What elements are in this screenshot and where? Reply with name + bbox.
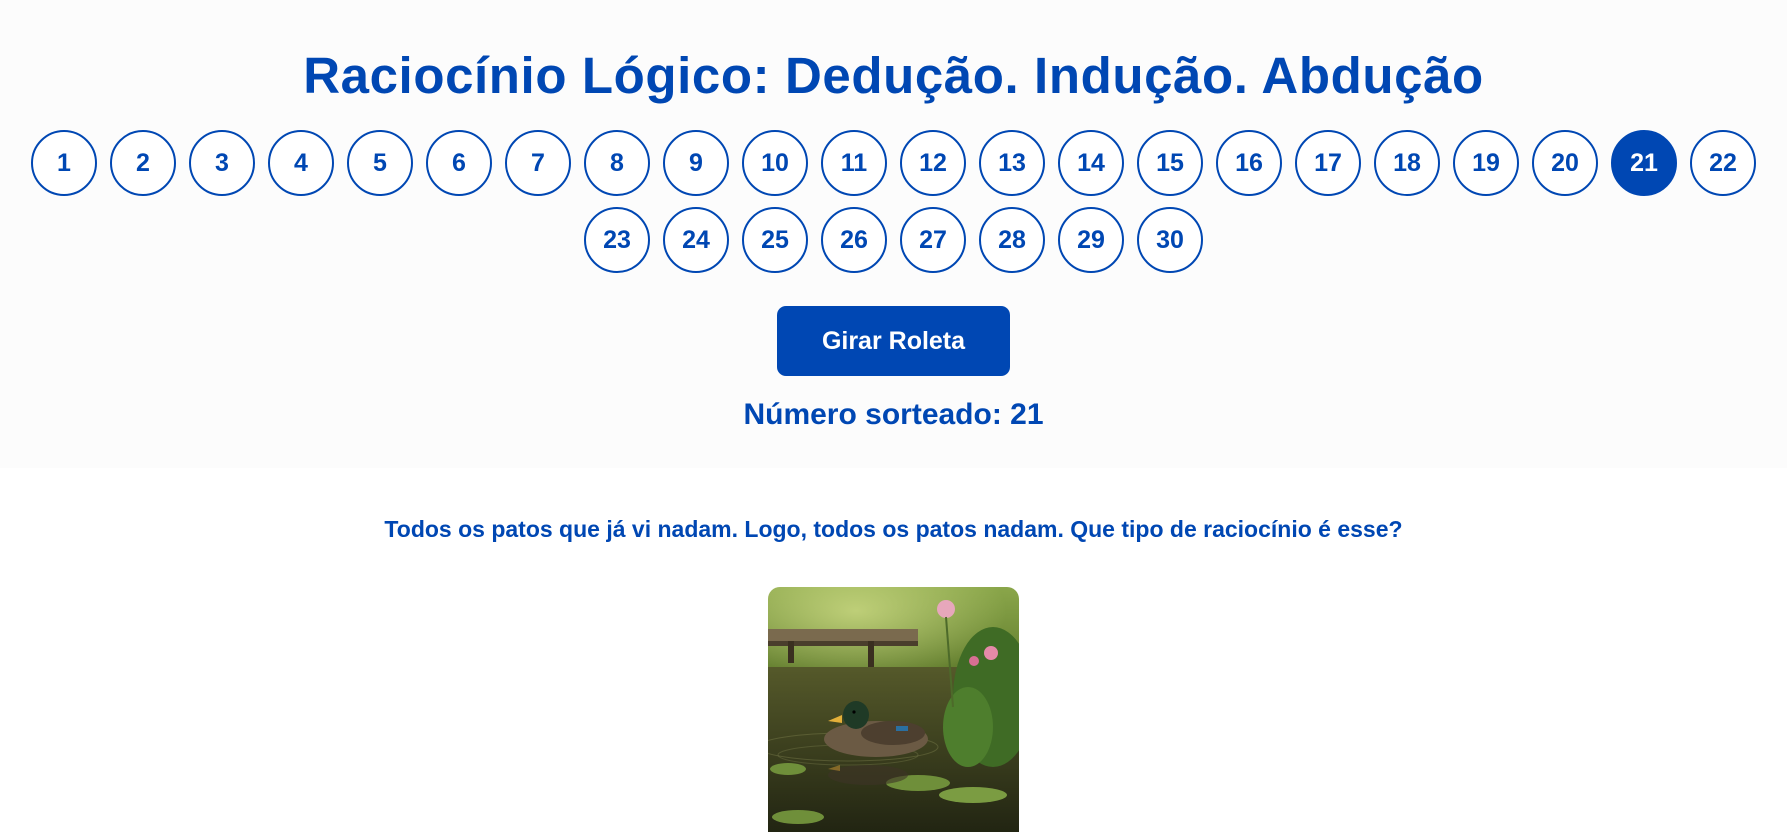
number-option-13[interactable]: 13 (979, 130, 1045, 196)
number-grid: 1 2 3 4 5 6 7 8 9 10 11 12 13 14 15 16 17 18 19 20 21 22 23 24 2… (0, 130, 1787, 273)
number-option-21[interactable]: 21 (1611, 130, 1677, 196)
number-option-7[interactable]: 7 (505, 130, 571, 196)
number-option-5[interactable]: 5 (347, 130, 413, 196)
number-option-15[interactable]: 15 (1137, 130, 1203, 196)
number-option-3[interactable]: 3 (189, 130, 255, 196)
number-option-22[interactable]: 22 (1690, 130, 1756, 196)
drawn-number-display: Número sorteado: 21 (0, 398, 1787, 432)
drawn-number-value: 21 (1010, 398, 1044, 431)
question-text: Todos os patos que já vi nadam. Logo, to… (384, 516, 1403, 542)
number-option-25[interactable]: 25 (742, 207, 808, 273)
spin-roulette-button[interactable]: Girar Roleta (777, 306, 1010, 376)
number-option-18[interactable]: 18 (1374, 130, 1440, 196)
number-option-6[interactable]: 6 (426, 130, 492, 196)
duck-image (768, 587, 1019, 832)
number-option-11[interactable]: 11 (821, 130, 887, 196)
duck-pond-illustration (768, 587, 1019, 832)
drawn-number-label: Número sorteado: (743, 398, 1002, 431)
lotus-flower (937, 600, 955, 618)
number-option-8[interactable]: 8 (584, 130, 650, 196)
number-option-2[interactable]: 2 (110, 130, 176, 196)
page-title: Raciocínio Lógico: Dedução. Indução. Abd… (303, 47, 1484, 104)
number-option-30[interactable]: 30 (1137, 207, 1203, 273)
number-option-14[interactable]: 14 (1058, 130, 1124, 196)
number-option-4[interactable]: 4 (268, 130, 334, 196)
number-option-29[interactable]: 29 (1058, 207, 1124, 273)
number-option-10[interactable]: 10 (742, 130, 808, 196)
number-option-27[interactable]: 27 (900, 207, 966, 273)
number-option-24[interactable]: 24 (663, 207, 729, 273)
roulette-panel: Raciocínio Lógico: Dedução. Indução. Abd… (0, 0, 1787, 468)
number-option-16[interactable]: 16 (1216, 130, 1282, 196)
number-option-17[interactable]: 17 (1295, 130, 1361, 196)
number-option-20[interactable]: 20 (1532, 130, 1598, 196)
number-option-12[interactable]: 12 (900, 130, 966, 196)
dock (768, 629, 918, 641)
number-option-28[interactable]: 28 (979, 207, 1045, 273)
number-option-19[interactable]: 19 (1453, 130, 1519, 196)
number-option-1[interactable]: 1 (31, 130, 97, 196)
number-option-26[interactable]: 26 (821, 207, 887, 273)
number-option-23[interactable]: 23 (584, 207, 650, 273)
number-option-9[interactable]: 9 (663, 130, 729, 196)
